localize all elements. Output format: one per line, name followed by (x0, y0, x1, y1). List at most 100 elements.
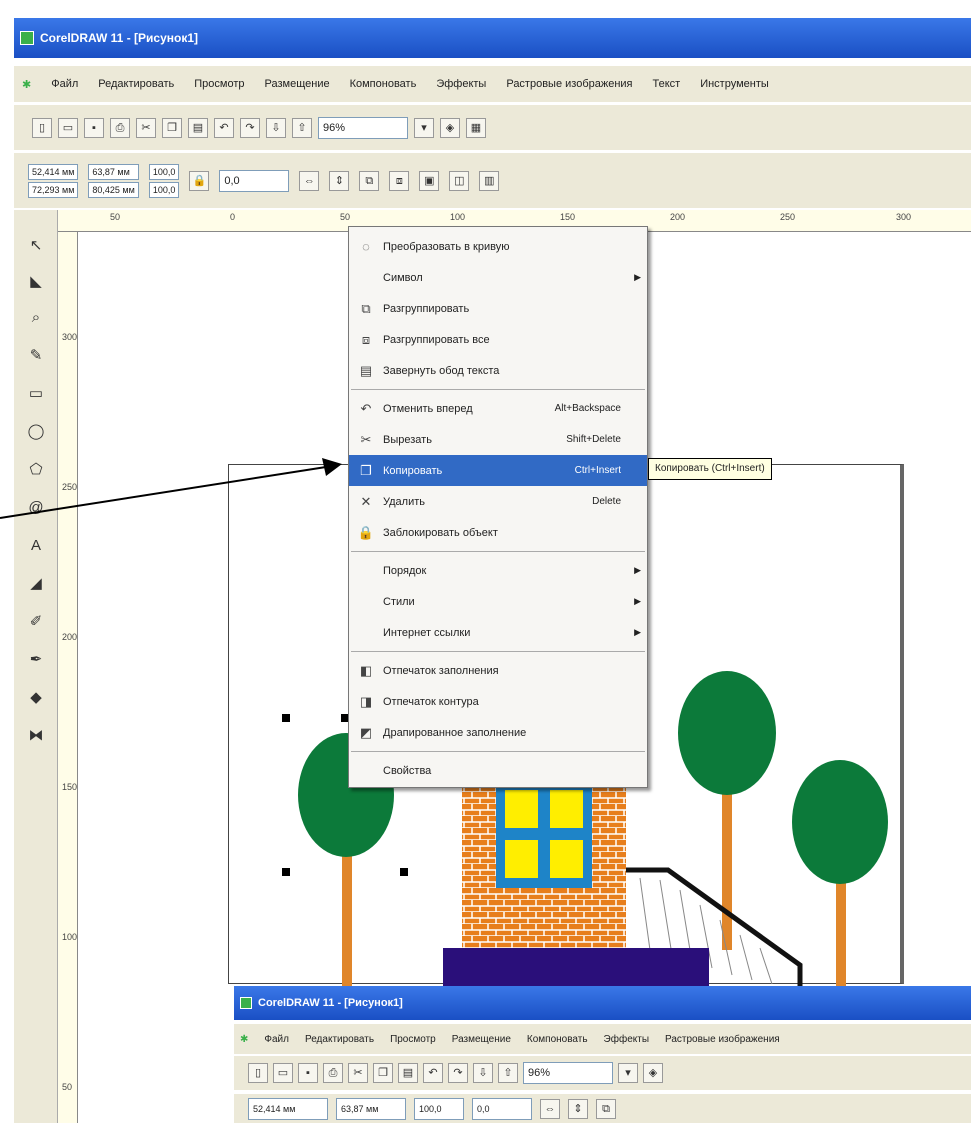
fill-print-icon: ◧ (359, 663, 373, 678)
tree-crown-middle[interactable] (678, 671, 776, 795)
selection-handle[interactable] (400, 868, 408, 876)
save-icon[interactable]: ▪ (298, 1063, 318, 1083)
menu-app-icon[interactable]: ✱ (240, 1034, 248, 1045)
menu-order[interactable]: Порядок ▶ (349, 555, 647, 586)
menu-lock-object[interactable]: 🔒 Заблокировать объект (349, 517, 647, 548)
menu-item-label: Копировать (383, 464, 443, 477)
menu-outline-print[interactable]: ◨ Отпечаток контура (349, 686, 647, 717)
menu-item-bitmaps[interactable]: Растровые изображения (665, 1034, 780, 1045)
menu-item-layout[interactable]: Размещение (452, 1034, 511, 1045)
second-menu-bar: ✱ Файл Редактировать Просмотр Размещение… (234, 1024, 971, 1054)
x-position-field[interactable]: 52,414 мм (248, 1097, 328, 1120)
open-file-icon[interactable]: ▭ (273, 1063, 293, 1083)
menu-item-label: Удалить (383, 495, 425, 508)
submenu-arrow-icon: ▶ (634, 272, 641, 282)
ungroup-all-icon: ⧈ (361, 332, 371, 347)
rotation-angle-field[interactable]: 0,0 (472, 1097, 532, 1120)
menu-item-label: Отпечаток контура (383, 695, 479, 708)
zoom-level-select[interactable]: 96% (523, 1062, 613, 1084)
width-field[interactable]: 63,87 мм (336, 1097, 406, 1120)
menu-drape-fill[interactable]: ◩ Драпированное заполнение (349, 717, 647, 748)
menu-item-edit[interactable]: Редактировать (305, 1034, 374, 1045)
menu-item-view[interactable]: Просмотр (390, 1034, 436, 1045)
copy-icon: ❐ (360, 463, 372, 478)
mirror-horizontal-icon[interactable]: ⇔ (540, 1098, 560, 1119)
menu-copy[interactable]: ❐ Копировать Ctrl+Insert (349, 455, 647, 486)
submenu-arrow-icon: ▶ (634, 596, 641, 606)
menu-item-label: Заблокировать объект (383, 526, 498, 539)
menu-shortcut: Ctrl+Insert (574, 465, 621, 476)
menu-separator (351, 551, 645, 552)
tree-crown-right[interactable] (792, 760, 888, 884)
menu-item-label: Драпированное заполнение (383, 726, 527, 739)
house-foundation (443, 948, 709, 988)
menu-item-label: Вырезать (383, 433, 432, 446)
paste-icon[interactable]: ▤ (398, 1063, 418, 1083)
scale-x-field[interactable]: 100,0 (414, 1097, 464, 1120)
menu-shortcut: Delete (592, 496, 621, 507)
zoom-dropdown-icon[interactable]: ▾ (618, 1063, 638, 1083)
drape-fill-icon: ◩ (359, 725, 373, 740)
menu-symbol[interactable]: Символ ▶ (349, 262, 647, 293)
pointer-arrowhead (322, 458, 342, 476)
ungroup-icon: ⧉ (361, 301, 371, 316)
menu-item-file[interactable]: Файл (264, 1034, 289, 1045)
export-icon[interactable]: ⇧ (498, 1063, 518, 1083)
app-launcher-icon[interactable]: ◈ (643, 1063, 663, 1083)
menu-undo[interactable]: ↶ Отменить вперед Alt+Backspace (349, 393, 647, 424)
new-file-icon[interactable]: ▯ (248, 1063, 268, 1083)
menu-ungroup[interactable]: ⧉ Разгруппировать (349, 293, 647, 324)
outline-print-icon: ◨ (359, 694, 373, 709)
menu-convert-to-curves[interactable]: ◌ Преобразовать в кривую (349, 231, 647, 262)
menu-internet-links[interactable]: Интернет ссылки ▶ (349, 617, 647, 648)
undo-icon[interactable]: ↶ (423, 1063, 443, 1083)
copy-icon[interactable]: ❐ (373, 1063, 393, 1083)
mirror-vertical-icon[interactable]: ⇕ (568, 1098, 588, 1119)
menu-cut[interactable]: ✂ Вырезать Shift+Delete (349, 424, 647, 455)
menu-item-label: Свойства (383, 764, 432, 777)
menu-separator (351, 651, 645, 652)
menu-separator (351, 751, 645, 752)
menu-item-label: Завернуть обод текста (383, 364, 500, 377)
selection-handle[interactable] (282, 868, 290, 876)
menu-item-label: Стили (383, 595, 415, 608)
redo-icon[interactable]: ↷ (448, 1063, 468, 1083)
menu-item-label: Интернет ссылки (383, 626, 471, 639)
menu-ungroup-all[interactable]: ⧈ Разгруппировать все (349, 324, 647, 355)
menu-item-label: Отменить вперед (383, 402, 473, 415)
lock-icon: 🔒 (357, 525, 375, 540)
pointer-arrow-line (0, 466, 327, 519)
menu-item-label: Порядок (383, 564, 427, 577)
menu-fill-print[interactable]: ◧ Отпечаток заполнения (349, 655, 647, 686)
menu-item-label: Преобразовать в кривую (383, 240, 510, 253)
menu-item-effects[interactable]: Эффекты (604, 1034, 649, 1045)
undo-icon: ↶ (360, 401, 372, 416)
cut-icon[interactable]: ✂ (348, 1063, 368, 1083)
second-window-titlebar[interactable]: CorelDRAW 11 - [Рисунок1] (234, 986, 971, 1020)
wrap-text-icon: ▤ (359, 363, 373, 378)
selection-handle[interactable] (282, 714, 290, 722)
menu-shortcut: Shift+Delete (566, 434, 621, 445)
menu-delete[interactable]: ✕ Удалить Delete (349, 486, 647, 517)
coreldraw-app-icon (240, 997, 252, 1009)
menu-item-label: Разгруппировать все (383, 333, 490, 346)
menu-properties[interactable]: Свойства (349, 755, 647, 786)
menu-shortcut: Alt+Backspace (554, 403, 621, 414)
group-icon[interactable]: ⧉ (596, 1098, 616, 1119)
menu-styles[interactable]: Стили ▶ (349, 586, 647, 617)
print-icon[interactable]: ⎙ (323, 1063, 343, 1083)
import-icon[interactable]: ⇩ (473, 1063, 493, 1083)
convert-curve-icon: ◌ (362, 239, 370, 254)
menu-item-arrange[interactable]: Компоновать (527, 1034, 588, 1045)
menu-item-label: Разгруппировать (383, 302, 470, 315)
second-property-bar: 52,414 мм 63,87 мм 100,0 0,0 ⇔ ⇕ ⧉ (234, 1094, 971, 1123)
window-pane (505, 790, 538, 828)
delete-icon: ✕ (360, 494, 372, 509)
submenu-arrow-icon: ▶ (634, 565, 641, 575)
menu-wrap-text[interactable]: ▤ Завернуть обод текста (349, 355, 647, 386)
second-window-title: CorelDRAW 11 - [Рисунок1] (258, 997, 403, 1009)
menu-separator (351, 389, 645, 390)
submenu-arrow-icon: ▶ (634, 627, 641, 637)
context-menu: ◌ Преобразовать в кривую Символ ▶ ⧉ Разгруп… (348, 226, 648, 788)
tree-trunk-middle (722, 790, 732, 950)
